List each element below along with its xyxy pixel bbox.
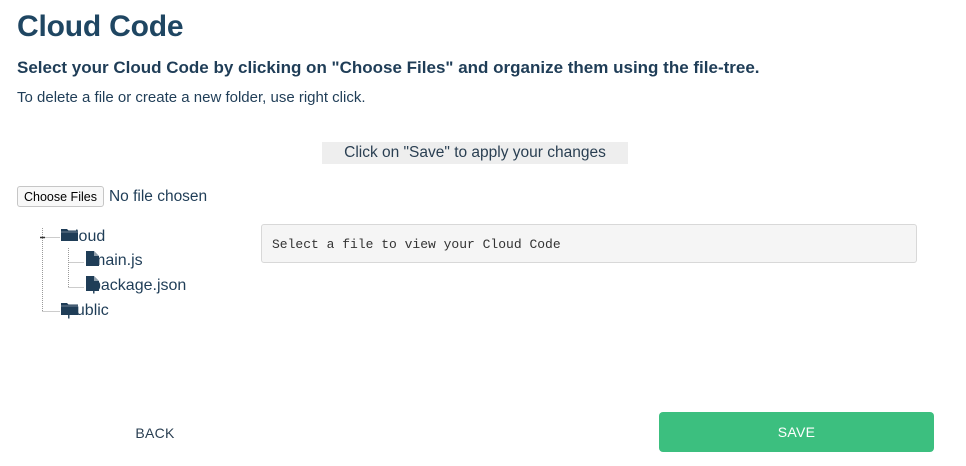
code-viewer[interactable]: Select a file to view your Cloud Code <box>261 224 917 263</box>
file-status: No file chosen <box>108 187 208 205</box>
save-notice: Click on "Save" to apply your changes <box>322 142 628 164</box>
choose-files-button[interactable]: Choose Files <box>17 186 104 207</box>
save-button[interactable]: SAVE <box>659 412 934 452</box>
tree-file-main-js[interactable]: main.js <box>86 251 143 271</box>
page-hint: To delete a file or create a new folder,… <box>17 89 366 106</box>
tree-file-package-json-label: package.json <box>92 277 187 294</box>
file-input-row: Choose Files No file chosen <box>17 186 207 207</box>
tree-folder-cloud[interactable]: cloud <box>61 227 105 247</box>
tree-file-main-js-label: main.js <box>92 252 143 269</box>
page-subtitle: Select your Cloud Code by clicking on "C… <box>17 58 760 77</box>
back-button[interactable]: BACK <box>115 419 195 447</box>
tree-folder-public[interactable]: public <box>61 301 109 321</box>
tree-file-package-json[interactable]: package.json <box>86 276 186 296</box>
file-tree: cloud main.js package.json public <box>30 226 230 336</box>
page-title: Cloud Code <box>17 10 184 43</box>
